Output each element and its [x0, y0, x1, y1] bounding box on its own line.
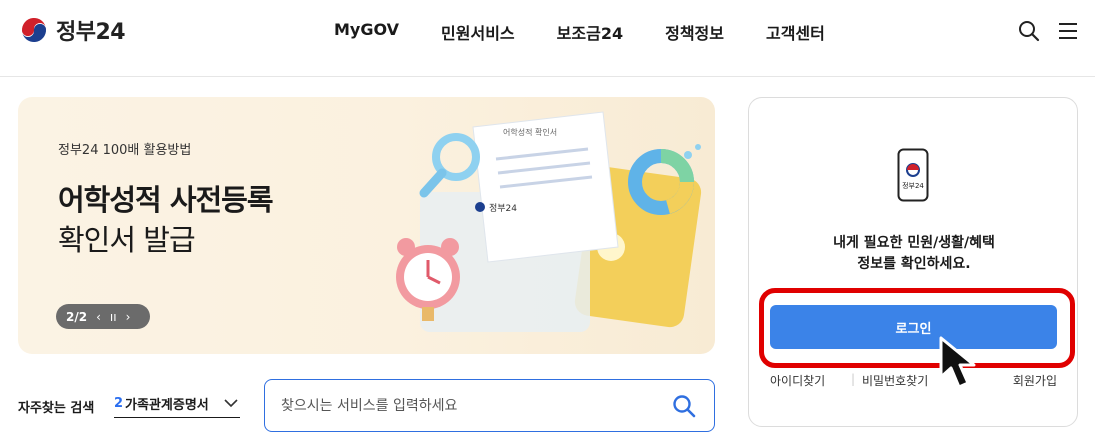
banner-page-count: 2/2: [66, 309, 88, 324]
nav-item-subsidy24[interactable]: 보조금24: [557, 20, 623, 44]
link-separator: |: [851, 372, 856, 386]
service-search-box: [264, 379, 715, 432]
frequent-search-rank: 2: [114, 396, 124, 411]
search-icon[interactable]: [1018, 20, 1040, 42]
nav-item-policy-info[interactable]: 정책정보: [665, 20, 724, 44]
nav-item-civil-services[interactable]: 민원서비스: [441, 20, 515, 44]
banner-title-line1: 어학성적 사전등록: [58, 183, 274, 217]
promo-banner[interactable]: 정부24 100배 활용방법 어학성적 사전등록 확인서 발급 2/2 ‹ ıı…: [18, 97, 715, 354]
banner-illustration: 어학성적 확인서 정부24: [396, 111, 702, 332]
government-emblem-icon: [20, 16, 48, 44]
login-panel: 정부24 내게 필요한 민원/생활/혜택 정보를 확인하세요. 로그인 아이디찾…: [748, 97, 1078, 427]
nav-item-mygov[interactable]: MyGOV: [334, 20, 399, 44]
find-password-link[interactable]: 비밀번호찾기: [862, 372, 928, 389]
service-search-input[interactable]: [281, 394, 661, 418]
phone-icon-label: 정부24: [902, 181, 924, 190]
login-button[interactable]: 로그인: [770, 305, 1057, 349]
find-id-link[interactable]: 아이디찾기: [770, 372, 825, 389]
mouse-cursor-icon: [939, 336, 976, 389]
site-header: 정부24 MyGOV 민원서비스 보조금24 정책정보 고객센터: [0, 0, 1095, 77]
join-link[interactable]: 회원가입: [1013, 372, 1057, 389]
banner-kicker: 정부24 100배 활용방법: [58, 143, 192, 158]
banner-title-line2: 확인서 발급: [58, 223, 196, 257]
chevron-down-icon: [224, 399, 238, 408]
main-nav: MyGOV 민원서비스 보조금24 정책정보 고객센터: [334, 20, 825, 44]
nav-item-customer-center[interactable]: 고객센터: [766, 20, 825, 44]
frequent-search-dropdown[interactable]: 2 가족관계증명서: [114, 390, 240, 418]
logo[interactable]: 정부24: [18, 14, 126, 46]
frequent-search-value: 가족관계증명서: [125, 398, 209, 413]
art-doc-label: 어학성적 확인서: [503, 127, 557, 137]
frequent-search-label: 자주찾는 검색: [18, 401, 95, 416]
login-message: 내게 필요한 민원/생활/혜택 정보를 확인하세요.: [749, 233, 1079, 275]
prev-slide-button[interactable]: ‹: [96, 310, 101, 324]
art-card-label: 정부24: [489, 203, 517, 214]
mobile-phone-icon: 정부24: [897, 148, 929, 202]
next-slide-button[interactable]: ›: [126, 310, 131, 324]
logo-text: 정부24: [56, 20, 126, 45]
search-icon[interactable]: [672, 394, 696, 418]
banner-pager: 2/2 ‹ ıı ›: [56, 304, 150, 329]
login-message-line1: 내게 필요한 민원/생활/혜택: [833, 235, 995, 251]
pause-slide-button[interactable]: ıı: [110, 310, 117, 324]
login-message-line2: 정보를 확인하세요.: [857, 256, 971, 272]
menu-icon[interactable]: [1057, 20, 1079, 42]
